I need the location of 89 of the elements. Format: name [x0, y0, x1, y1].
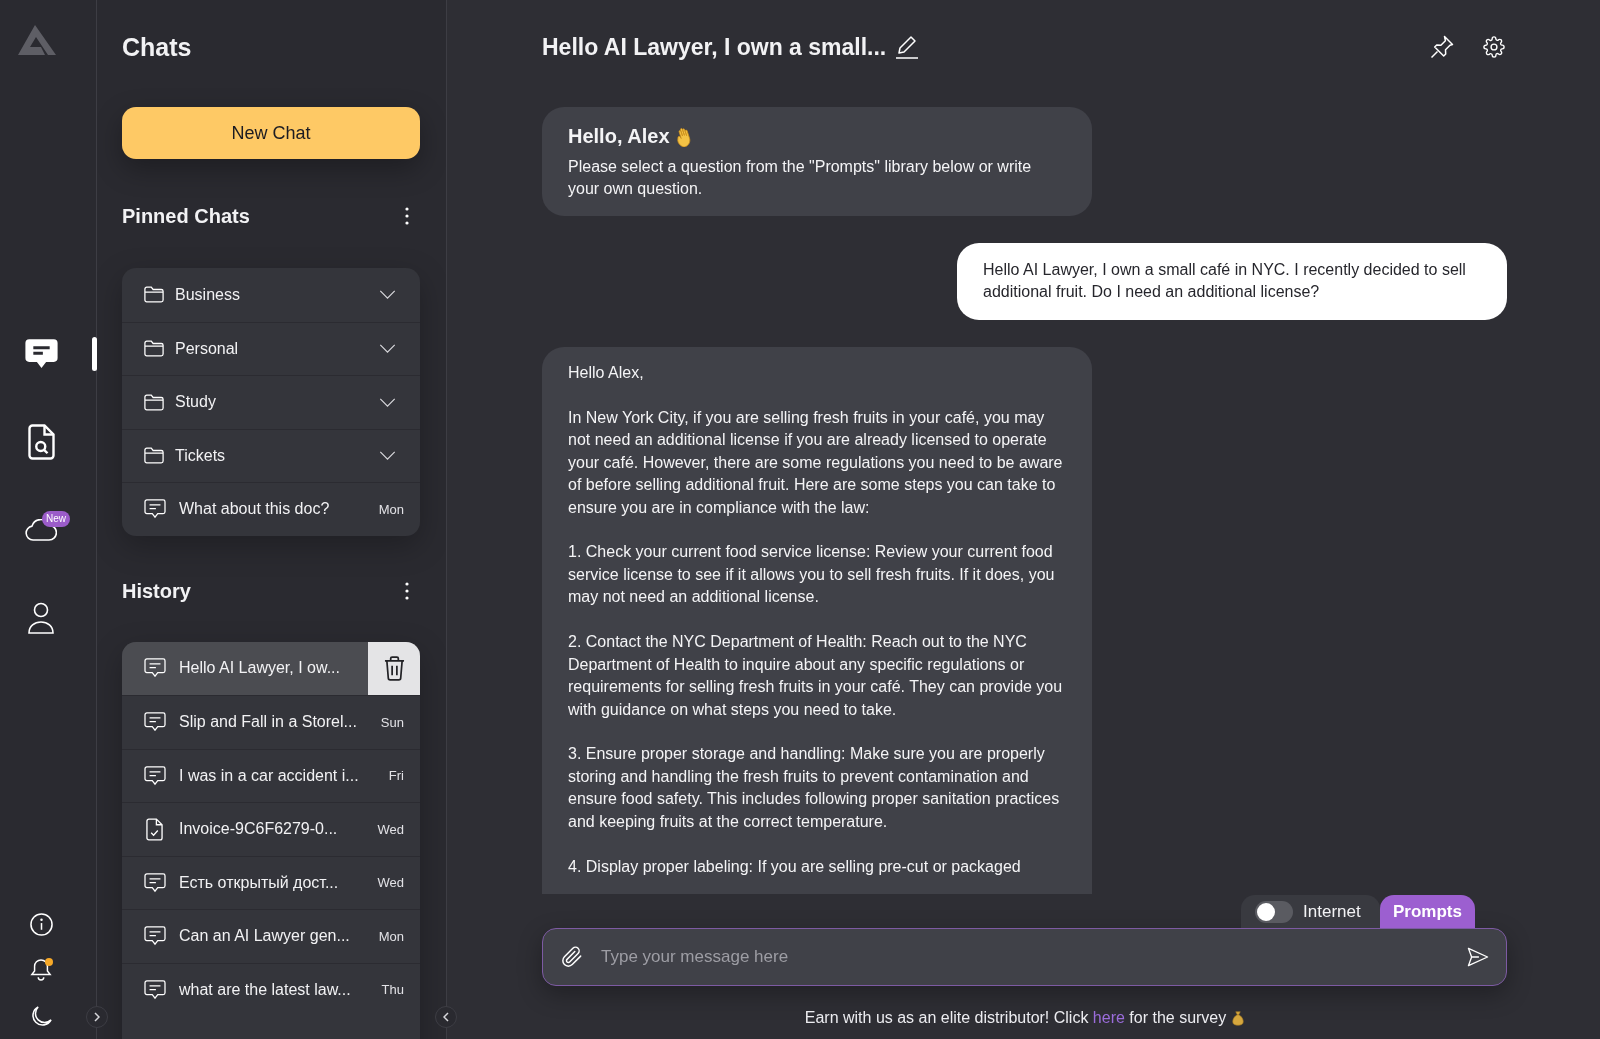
- chat-time: Thu: [381, 982, 404, 998]
- vertical-dots-icon[interactable]: [405, 581, 409, 600]
- expand-button[interactable]: [86, 1006, 108, 1028]
- folder-icon: [144, 447, 164, 465]
- folder-icon: [144, 340, 164, 358]
- new-chat-button[interactable]: New Chat: [122, 107, 420, 159]
- chevron-left-icon: [443, 1012, 449, 1022]
- chat-bubble-icon: [144, 926, 166, 947]
- message-field[interactable]: Type your message here: [542, 928, 1507, 986]
- greeting-heading: Hello, Alex: [568, 124, 670, 149]
- chevron-down-icon[interactable]: [379, 397, 396, 407]
- message-paragraph: 3. Ensure proper storage and handling: Make sure you are properly storing and handling the fresh fruits to prevent contamination and ensure food safety. This includes following proper sanitation practices and keeping fruits at the correct temperature.: [568, 744, 1061, 832]
- chat-time: Wed: [377, 875, 404, 891]
- chat-list-item[interactable]: Slip and Fall in a Storel... Sun: [122, 695, 420, 749]
- chat-list-item[interactable]: What about this doc? Mon: [122, 482, 420, 536]
- chat-name: what are the latest law...: [179, 980, 351, 999]
- folder-list-item[interactable]: Study: [122, 375, 420, 429]
- settings-icon[interactable]: [1483, 36, 1505, 58]
- chat-bubble-icon: [144, 658, 166, 679]
- folder-name: Study: [175, 393, 216, 412]
- chat-name: Can an AI Lawyer gen...: [179, 927, 350, 946]
- folder-name: Business: [175, 285, 240, 304]
- chat-list-item[interactable]: what are the latest law... Thu: [122, 962, 420, 1016]
- document-check-icon: [146, 817, 163, 841]
- message-paragraph: 2. Contact the NYC Department of Health: Reach out to the NYC Department of Health to inquire about any specific regulations or requirements for selling fresh fruits in your café. They can provide you with guidance on what steps you need to take.: [568, 632, 1064, 720]
- folder-icon: [144, 393, 164, 411]
- prompts-tab[interactable]: Prompts: [1380, 895, 1475, 928]
- logo-icon: [18, 25, 56, 55]
- message-paragraph: 4. Display proper labeling: If you are selling pre-cut or packaged: [568, 856, 1022, 877]
- message-paragraph: In New York City, if you are selling fresh fruits in your café, you may not need an additional license if you are already licensed to operate your café. However, there are some regulations you need to be aware of before selling additional fruit. Here are some steps you can take to ensure you are in compliance with the law:: [568, 407, 1064, 518]
- chat-list-item[interactable]: Есть открытый дост... Wed: [122, 855, 420, 909]
- info-icon[interactable]: [29, 912, 53, 936]
- edit-icon[interactable]: [895, 35, 920, 59]
- chevron-down-icon[interactable]: [379, 451, 396, 461]
- chat-list-item[interactable]: Invoice-9C6F6279-0... Wed: [122, 802, 420, 856]
- chat-name: I was in a car accident i...: [179, 766, 359, 785]
- bell-icon[interactable]: [30, 958, 52, 982]
- paperclip-icon[interactable]: [561, 946, 583, 968]
- chat-time: Wed: [377, 821, 404, 837]
- trash-icon: [383, 655, 405, 681]
- chat-time: Mon: [378, 928, 404, 944]
- toggle-switch[interactable]: [1255, 900, 1294, 923]
- money-bag-icon: [1232, 1010, 1245, 1026]
- delete-button[interactable]: [368, 641, 420, 695]
- folder-list-item[interactable]: Tickets: [122, 428, 420, 482]
- chat-icon[interactable]: [24, 339, 58, 369]
- chat-bubble-icon: [144, 499, 166, 520]
- user-message-bubble: Hello AI Lawyer, I own a small café in NYC. I recently decided to sell additional fruit. Do I need an additional license?: [957, 242, 1507, 320]
- folder-name: Tickets: [175, 446, 226, 465]
- chevron-down-icon[interactable]: [379, 290, 396, 300]
- chat-time: Fri: [388, 768, 404, 784]
- chat-name: Hello AI Lawyer, I ow...: [179, 659, 340, 678]
- new-badge: New: [42, 511, 70, 527]
- chat-bubble-icon: [144, 712, 166, 733]
- chat-list-item[interactable]: I was in a car accident i... Fri: [122, 748, 420, 802]
- message-input[interactable]: Type your message here: [601, 937, 1449, 977]
- folder-icon: [144, 286, 164, 304]
- chat-time: Mon: [378, 501, 404, 517]
- chat-time: Sun: [380, 714, 404, 730]
- section-title: Pinned Chats: [122, 204, 250, 229]
- chevron-right-icon: [94, 1012, 100, 1022]
- folder-list-item[interactable]: Personal: [122, 321, 420, 375]
- toggle-label: Internet: [1303, 901, 1361, 922]
- chat-title: Hello AI Lawyer, I own a small...: [542, 33, 887, 61]
- chat-list-item[interactable]: Hello AI Lawyer, I ow...: [122, 641, 420, 695]
- sidebar-title: Chats: [122, 32, 192, 63]
- person-icon[interactable]: [28, 602, 54, 634]
- chat-bubble-icon: [144, 979, 166, 1000]
- message-text: Please select a question from the "Prompts" library below or write your own question.: [568, 157, 1033, 200]
- folder-list-item[interactable]: Business: [122, 268, 420, 322]
- chevron-down-icon[interactable]: [379, 344, 396, 354]
- promo-text: Earn with us as an elite distributor! Click here for the survey: [804, 1009, 1227, 1027]
- vertical-dots-icon[interactable]: [405, 207, 409, 225]
- chat-name: Есть открытый дост...: [179, 873, 339, 892]
- document-search-icon[interactable]: [27, 424, 55, 460]
- message-paragraph: 1. Check your current food service license: Review your current food service license to see if it allows you to sell fresh fruits. If it does, you may not need an additional license.: [568, 542, 1056, 608]
- chat-bubble-icon: [144, 765, 166, 786]
- chat-name: Invoice-9C6F6279-0...: [179, 820, 338, 839]
- moon-icon[interactable]: [29, 1004, 53, 1028]
- folder-name: Personal: [175, 339, 239, 358]
- survey-link[interactable]: here: [1092, 1009, 1125, 1026]
- chat-list-item[interactable]: Can an AI Lawyer gen... Mon: [122, 909, 420, 963]
- chat-bubble-icon: [144, 872, 166, 893]
- message-paragraph: Hello Alex,: [568, 362, 645, 383]
- section-title: History: [122, 578, 191, 604]
- pin-icon[interactable]: [1430, 35, 1454, 59]
- chat-name: What about this doc?: [179, 500, 330, 519]
- send-icon[interactable]: [1467, 947, 1489, 967]
- chat-name: Slip and Fall in a Storel...: [179, 713, 357, 732]
